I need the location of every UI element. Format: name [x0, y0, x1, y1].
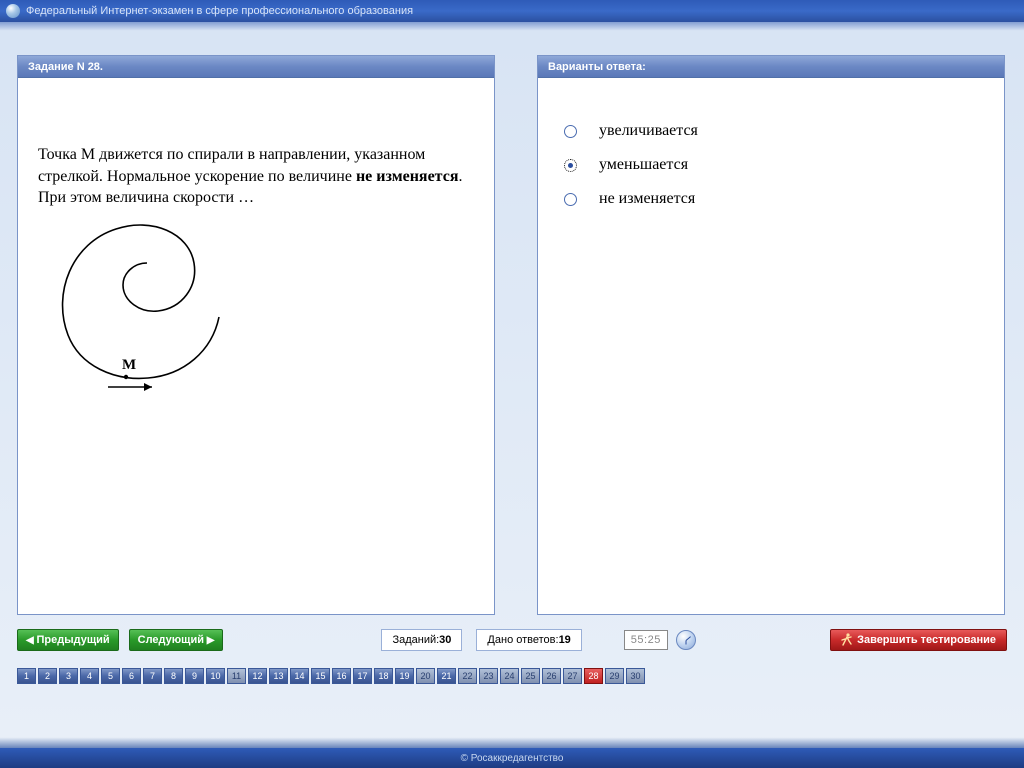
page-button-22[interactable]: 22	[458, 668, 477, 684]
answer-option-2[interactable]: не изменяется	[558, 182, 984, 216]
answer-list: увеличивается уменьшается не изменяется	[558, 114, 984, 216]
next-button[interactable]: Следующий ▶	[129, 629, 224, 651]
page-button-15[interactable]: 15	[311, 668, 330, 684]
answers-body: увеличивается уменьшается не изменяется	[538, 78, 1004, 614]
finish-label: Завершить тестирование	[857, 634, 996, 646]
page-button-20[interactable]: 20	[416, 668, 435, 684]
answer-option-1[interactable]: уменьшается	[558, 148, 984, 182]
content-area: Задание N 28. Точка М движется по спирал…	[17, 55, 1007, 615]
page-button-26[interactable]: 26	[542, 668, 561, 684]
page-button-24[interactable]: 24	[500, 668, 519, 684]
question-text: Точка М движется по спирали в направлени…	[38, 144, 474, 209]
answers-panel: Варианты ответа: увеличивается уменьшаетс…	[537, 55, 1005, 615]
prev-label: Предыдущий	[36, 634, 109, 646]
finish-button[interactable]: Завершить тестирование	[830, 629, 1007, 651]
answer-label: не изменяется	[599, 190, 695, 208]
page-button-4[interactable]: 4	[80, 668, 99, 684]
point-m-label: M	[122, 357, 136, 373]
clock-icon	[676, 630, 696, 650]
triangle-right-icon: ▶	[204, 635, 214, 646]
page-button-19[interactable]: 19	[395, 668, 414, 684]
question-text-bold: не изменяется	[356, 168, 459, 185]
page-button-7[interactable]: 7	[143, 668, 162, 684]
page-button-21[interactable]: 21	[437, 668, 456, 684]
page-button-6[interactable]: 6	[122, 668, 141, 684]
tasks-count-box: Заданий: 30	[381, 629, 462, 651]
answer-option-0[interactable]: увеличивается	[558, 114, 984, 148]
page-button-2[interactable]: 2	[38, 668, 57, 684]
tasks-label: Заданий:	[392, 634, 439, 646]
page-button-30[interactable]: 30	[626, 668, 645, 684]
page-button-16[interactable]: 16	[332, 668, 351, 684]
pager: 1234567891011121314151617181920212223242…	[17, 668, 645, 684]
prev-button[interactable]: ◀ Предыдущий	[17, 629, 119, 651]
answers-header: Варианты ответа:	[538, 56, 1004, 78]
timer-value: 55:25	[631, 634, 661, 646]
triangle-left-icon: ◀	[26, 635, 36, 646]
footer: © Росаккредагентство	[0, 748, 1024, 768]
answer-label: увеличивается	[599, 122, 698, 140]
page-button-23[interactable]: 23	[479, 668, 498, 684]
page-button-25[interactable]: 25	[521, 668, 540, 684]
answered-value: 19	[559, 634, 571, 646]
radio-icon	[564, 193, 577, 206]
page-button-12[interactable]: 12	[248, 668, 267, 684]
answer-label: уменьшается	[599, 156, 688, 174]
spiral-figure: M	[38, 217, 474, 397]
page-button-1[interactable]: 1	[17, 668, 36, 684]
tasks-value: 30	[439, 634, 451, 646]
nav-bar: ◀ Предыдущий Следующий ▶ Заданий: 30 Дан…	[17, 625, 1007, 655]
radio-icon	[564, 125, 577, 138]
answered-count-box: Дано ответов: 19	[476, 629, 581, 651]
page-button-5[interactable]: 5	[101, 668, 120, 684]
page-button-17[interactable]: 17	[353, 668, 372, 684]
page-button-10[interactable]: 10	[206, 668, 225, 684]
page-button-9[interactable]: 9	[185, 668, 204, 684]
titlebar-text: Федеральный Интернет-экзамен в сфере про…	[26, 5, 413, 17]
page-button-18[interactable]: 18	[374, 668, 393, 684]
page-button-29[interactable]: 29	[605, 668, 624, 684]
page-button-13[interactable]: 13	[269, 668, 288, 684]
page-button-14[interactable]: 14	[290, 668, 309, 684]
question-panel: Задание N 28. Точка М движется по спирал…	[17, 55, 495, 615]
page-button-8[interactable]: 8	[164, 668, 183, 684]
timer-box: 55:25	[624, 630, 668, 650]
page-button-27[interactable]: 27	[563, 668, 582, 684]
page-button-11[interactable]: 11	[227, 668, 246, 684]
question-header: Задание N 28.	[18, 56, 494, 78]
globe-icon	[6, 4, 20, 18]
radio-icon	[564, 159, 577, 172]
question-body: Точка М движется по спирали в направлени…	[18, 78, 494, 614]
page-button-3[interactable]: 3	[59, 668, 78, 684]
answered-label: Дано ответов:	[487, 634, 558, 646]
runner-icon	[841, 633, 853, 647]
page-button-28[interactable]: 28	[584, 668, 603, 684]
next-label: Следующий	[138, 634, 204, 646]
footer-text: © Росаккредагентство	[461, 753, 564, 764]
titlebar: Федеральный Интернет-экзамен в сфере про…	[0, 0, 1024, 22]
